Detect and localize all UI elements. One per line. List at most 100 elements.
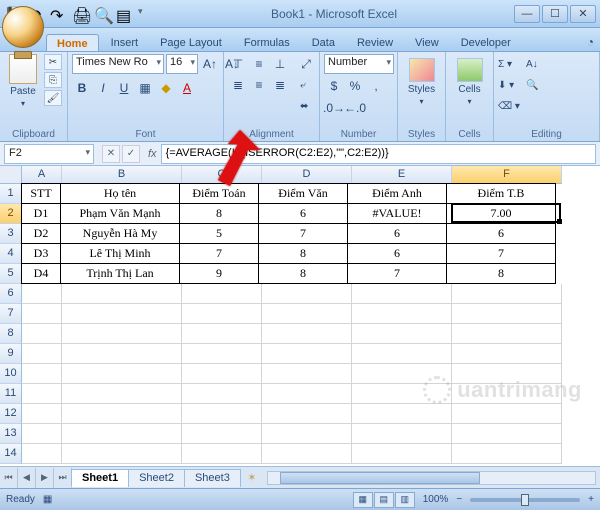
find-select-button[interactable]: 🔍 bbox=[526, 75, 538, 95]
spreadsheet-grid[interactable]: ABCDEF 1STTHọ tênĐiểm ToánĐiểm VănĐiểm A… bbox=[0, 166, 600, 466]
macro-record-icon[interactable]: ▦ bbox=[43, 494, 52, 505]
cell-E6[interactable] bbox=[352, 284, 452, 304]
grow-font-icon[interactable]: A↑ bbox=[200, 54, 220, 74]
row-header-8[interactable]: 8 bbox=[0, 324, 22, 344]
select-all-corner[interactable] bbox=[0, 166, 22, 184]
cell-C14[interactable] bbox=[182, 444, 262, 464]
align-left-icon[interactable]: ≣ bbox=[228, 75, 248, 95]
enter-formula-icon[interactable]: ✓ bbox=[122, 145, 140, 163]
preview-icon[interactable]: 🔍 bbox=[94, 6, 110, 22]
cell-F6[interactable] bbox=[452, 284, 562, 304]
cell-B3[interactable]: Nguyễn Hà My bbox=[60, 223, 180, 244]
cell-E13[interactable] bbox=[352, 424, 452, 444]
cell-B10[interactable] bbox=[62, 364, 182, 384]
cell-E5[interactable]: 7 bbox=[347, 263, 447, 284]
row-header-7[interactable]: 7 bbox=[0, 304, 22, 324]
align-bottom-icon[interactable]: ⊥ bbox=[270, 54, 290, 74]
cell-C5[interactable]: 9 bbox=[179, 263, 259, 284]
sort-filter-button[interactable]: A↓ bbox=[526, 54, 538, 74]
align-middle-icon[interactable]: ≡ bbox=[249, 54, 269, 74]
tab-review[interactable]: Review bbox=[347, 34, 403, 51]
cell-E2[interactable]: #VALUE! bbox=[347, 203, 447, 224]
zoom-in-button[interactable]: + bbox=[588, 494, 594, 505]
wrap-text-button[interactable]: ⤶ bbox=[296, 75, 316, 95]
align-top-icon[interactable]: ⊤ bbox=[228, 54, 248, 74]
zoom-out-button[interactable]: − bbox=[456, 494, 462, 505]
underline-button[interactable]: U bbox=[114, 78, 134, 98]
cell-E14[interactable] bbox=[352, 444, 452, 464]
cell-A4[interactable]: D3 bbox=[21, 243, 61, 264]
close-button[interactable]: ✕ bbox=[570, 5, 596, 23]
copy-icon[interactable]: ⎘ bbox=[44, 72, 62, 88]
cell-C7[interactable] bbox=[182, 304, 262, 324]
tab-view[interactable]: View bbox=[405, 34, 449, 51]
cell-B14[interactable] bbox=[62, 444, 182, 464]
sheet-nav-first-icon[interactable]: ⏮ bbox=[0, 468, 18, 488]
print-icon[interactable]: 🖨 bbox=[72, 6, 88, 22]
cell-A2[interactable]: D1 bbox=[21, 203, 61, 224]
cell-C8[interactable] bbox=[182, 324, 262, 344]
cell-C11[interactable] bbox=[182, 384, 262, 404]
redo-icon[interactable]: ↷ bbox=[50, 6, 66, 22]
page-layout-view-icon[interactable]: ▤ bbox=[374, 492, 394, 508]
cell-A3[interactable]: D2 bbox=[21, 223, 61, 244]
column-header-E[interactable]: E bbox=[352, 166, 452, 184]
decrease-decimal-icon[interactable]: ←.0 bbox=[345, 98, 365, 118]
cell-B5[interactable]: Trịnh Thị Lan bbox=[60, 263, 180, 284]
cell-E7[interactable] bbox=[352, 304, 452, 324]
fx-icon[interactable]: fx bbox=[144, 148, 161, 160]
cell-B2[interactable]: Phạm Văn Mạnh bbox=[60, 203, 180, 224]
cell-F3[interactable]: 6 bbox=[446, 223, 556, 244]
clear-button[interactable]: ⌫ ▾ bbox=[498, 96, 520, 116]
autosum-button[interactable]: Σ ▾ bbox=[498, 54, 520, 74]
align-center-icon[interactable]: ≡ bbox=[249, 75, 269, 95]
row-header-1[interactable]: 1 bbox=[0, 184, 22, 204]
cell-B11[interactable] bbox=[62, 384, 182, 404]
cell-E1[interactable]: Điểm Anh bbox=[347, 183, 447, 204]
column-header-F[interactable]: F bbox=[452, 166, 562, 184]
cancel-formula-icon[interactable]: ✕ bbox=[102, 145, 120, 163]
sheet-tab-sheet2[interactable]: Sheet2 bbox=[128, 469, 185, 487]
cell-D7[interactable] bbox=[262, 304, 352, 324]
sheet-nav-next-icon[interactable]: ▶ bbox=[36, 468, 54, 488]
font-color-button[interactable]: A bbox=[177, 78, 197, 98]
cell-A5[interactable]: D4 bbox=[21, 263, 61, 284]
cell-A13[interactable] bbox=[22, 424, 62, 444]
tab-data[interactable]: Data bbox=[302, 34, 345, 51]
comma-icon[interactable]: , bbox=[366, 76, 386, 96]
cell-D14[interactable] bbox=[262, 444, 352, 464]
row-header-6[interactable]: 6 bbox=[0, 284, 22, 304]
sheet-nav-prev-icon[interactable]: ◀ bbox=[18, 468, 36, 488]
row-header-4[interactable]: 4 bbox=[0, 244, 22, 264]
cell-C6[interactable] bbox=[182, 284, 262, 304]
cell-F5[interactable]: 8 bbox=[446, 263, 556, 284]
bold-button[interactable]: B bbox=[72, 78, 92, 98]
font-name-combo[interactable]: Times New Ro bbox=[72, 54, 164, 74]
tab-formulas[interactable]: Formulas bbox=[234, 34, 300, 51]
cells-button[interactable]: Cells▾ bbox=[450, 54, 489, 106]
cell-F1[interactable]: Điểm T.B bbox=[446, 183, 556, 204]
new-sheet-button[interactable]: ✶ bbox=[241, 471, 263, 484]
paste-button[interactable]: Paste ▾ bbox=[4, 54, 42, 108]
row-header-14[interactable]: 14 bbox=[0, 444, 22, 464]
normal-view-icon[interactable]: ▦ bbox=[353, 492, 373, 508]
row-header-12[interactable]: 12 bbox=[0, 404, 22, 424]
cell-D5[interactable]: 8 bbox=[258, 263, 348, 284]
scrollbar-thumb[interactable] bbox=[280, 472, 480, 484]
zoom-slider-thumb[interactable] bbox=[521, 494, 529, 506]
sheet-tab-sheet3[interactable]: Sheet3 bbox=[184, 469, 241, 487]
horizontal-scrollbar[interactable] bbox=[267, 471, 596, 485]
border-button[interactable]: ▦ bbox=[135, 78, 155, 98]
tab-home[interactable]: Home bbox=[46, 34, 99, 51]
cell-B7[interactable] bbox=[62, 304, 182, 324]
zoom-slider[interactable] bbox=[470, 498, 580, 502]
increase-decimal-icon[interactable]: .0→ bbox=[324, 98, 344, 118]
cell-E4[interactable]: 6 bbox=[347, 243, 447, 264]
cell-A7[interactable] bbox=[22, 304, 62, 324]
new-icon[interactable]: ▤ bbox=[116, 6, 132, 22]
row-header-9[interactable]: 9 bbox=[0, 344, 22, 364]
cell-D11[interactable] bbox=[262, 384, 352, 404]
cell-B9[interactable] bbox=[62, 344, 182, 364]
cell-C10[interactable] bbox=[182, 364, 262, 384]
cell-D10[interactable] bbox=[262, 364, 352, 384]
